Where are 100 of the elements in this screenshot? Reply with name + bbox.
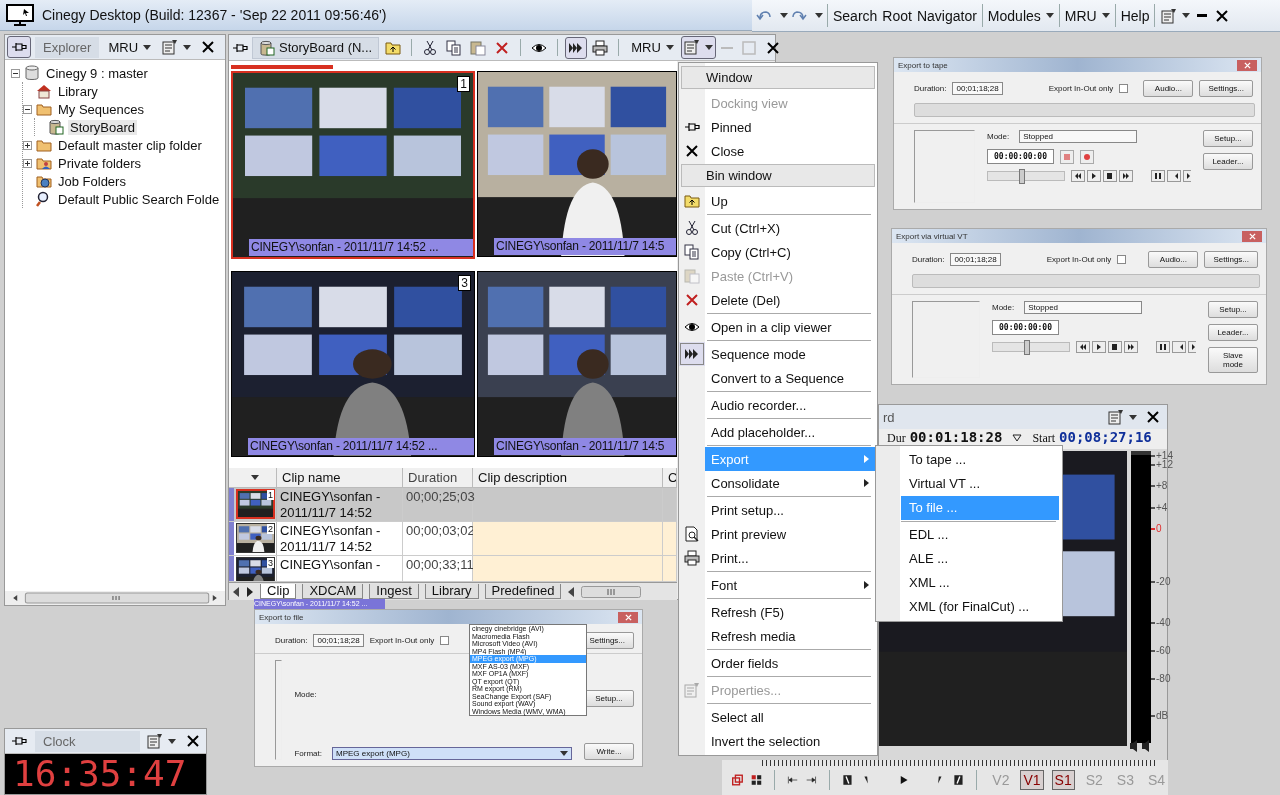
menu-item[interactable]: Pinned <box>705 115 877 139</box>
table-row[interactable]: 2 CINEGY\sonfan - 2011/11/7 14:52 00;00;03;02 <box>229 522 677 556</box>
dialog-button[interactable]: Setup... <box>1208 301 1258 318</box>
toolbar-button[interactable]: MRU <box>1063 3 1111 28</box>
duration-field[interactable]: 00;01;18;28 <box>313 634 364 647</box>
track-toggle[interactable]: S1 <box>1051 770 1075 790</box>
toolbar-button[interactable]: Search <box>832 3 879 28</box>
clip-caption: CINEGY\sonfan - 2011/11/7 14:52 ... <box>249 239 473 256</box>
dialog-button[interactable]: Setup... <box>1203 130 1253 147</box>
track-toggle[interactable]: V1 <box>1020 770 1044 790</box>
tab[interactable]: Ingest <box>369 584 419 599</box>
timecode-field[interactable]: 00:00:00:00 <box>992 320 1059 335</box>
panel-tab[interactable]: Clock <box>35 730 140 752</box>
menu-item[interactable]: Invert the selection <box>705 729 877 753</box>
dialog-button[interactable]: Leader... <box>1203 153 1253 170</box>
table-row[interactable]: 1 CINEGY\sonfan - 2011/11/7 14:52 00;00;25;03 <box>229 488 677 522</box>
duration-field[interactable]: 00;01;18;28 <box>950 253 1001 266</box>
dialog-title: Export to tape <box>898 60 948 70</box>
meter-scale-label: -40 <box>1156 618 1171 628</box>
menu-item[interactable]: To tape ... <box>901 448 1059 472</box>
menu-item[interactable]: Cut (Ctrl+X) <box>705 216 877 240</box>
mru-dropdown[interactable]: MRU <box>627 37 678 58</box>
menu-item[interactable]: XML (for FinalCut) ... <box>901 595 1059 619</box>
tree-item[interactable]: My Sequences <box>56 101 146 117</box>
timecode-field[interactable]: 00:00:00:00 <box>987 149 1054 164</box>
meter-scale-label: -20 <box>1156 577 1171 587</box>
tree-item[interactable]: Default Public Search Folde <box>56 191 222 207</box>
mru-dropdown[interactable]: MRU <box>104 37 156 57</box>
menu-item[interactable]: XML ... <box>901 571 1059 595</box>
column-header[interactable]: Duration <box>403 468 473 487</box>
field-label: Format: <box>294 749 322 758</box>
tree-item[interactable]: StoryBoard <box>68 119 138 135</box>
toolbar-button[interactable]: Help <box>1119 3 1151 28</box>
menu-item[interactable]: Font <box>705 573 877 597</box>
tree-item[interactable]: Cinegy 9 : master <box>44 65 150 81</box>
start-label: Start <box>1032 431 1056 446</box>
tab[interactable]: Library <box>424 584 479 599</box>
dialog-button[interactable]: Setup... <box>584 690 634 707</box>
start-timecode: 00;08;27;16 <box>1059 429 1152 445</box>
menu-item[interactable]: Virtual VT ... <box>901 472 1059 496</box>
dialog-button[interactable]: Leader... <box>1208 324 1258 341</box>
menu-item[interactable]: Audio recorder... <box>705 393 877 417</box>
menu-section-header: Bin window <box>681 164 875 187</box>
tree-item[interactable]: Library <box>56 83 100 99</box>
menu-item[interactable]: Open in a clip viewer <box>705 315 877 339</box>
column-header[interactable]: Clip description <box>473 468 663 487</box>
dialog-button[interactable]: Settings... <box>1199 80 1253 97</box>
clip-thumbnail[interactable]: CINEGY\sonfan - 2011/11/7 14:5 <box>477 271 677 457</box>
menu-item[interactable]: EDL ... <box>901 523 1059 547</box>
table-cell: 00;00;25;03 <box>403 488 473 521</box>
clip-number: 3 <box>458 275 471 291</box>
clip-thumbnail[interactable]: 3 CINEGY\sonfan - 2011/11/7 14:52 ... <box>231 271 475 457</box>
menu-item[interactable]: Refresh (F5) <box>705 600 877 624</box>
menu-item[interactable]: Print setup... <box>705 498 877 522</box>
dialog-button[interactable]: Slave mode <box>1208 347 1258 373</box>
toolbar-button[interactable]: Modules <box>986 3 1055 28</box>
tab[interactable]: Clip <box>260 584 297 599</box>
clip-number: 1 <box>267 490 274 500</box>
menu-item[interactable]: Order fields <box>705 651 877 675</box>
tab[interactable]: Predefined <box>484 584 562 599</box>
menu-item[interactable]: Copy (Ctrl+C) <box>705 240 877 264</box>
menu-item[interactable]: Select all <box>705 705 877 729</box>
clip-caption: CINEGY\sonfan - 2011/11/7 14:5 <box>494 238 676 255</box>
meter-scale-label: dB <box>1156 711 1169 721</box>
menu-item[interactable]: Consolidate <box>705 471 877 495</box>
toolbar-button[interactable]: Root <box>881 3 913 28</box>
toolbar-button[interactable]: Navigator <box>915 3 978 28</box>
panel-tab[interactable]: Explorer <box>35 36 100 58</box>
duration-field[interactable]: 00;01;18;28 <box>952 82 1003 95</box>
tree-item[interactable]: Private folders <box>56 155 144 171</box>
table-cell: CINEGY\sonfan - 2011/11/7 14:52 <box>277 488 403 521</box>
column-header[interactable]: Clip name <box>277 468 403 487</box>
menu-item[interactable]: Print... <box>705 546 877 570</box>
tree-item[interactable]: Job Folders <box>56 173 128 189</box>
tree-item[interactable]: Default master clip folder <box>56 137 204 153</box>
dialog-button[interactable]: Settings... <box>1204 251 1258 268</box>
menu-item[interactable]: Sequence mode <box>705 342 877 366</box>
clip-number: 2 <box>267 524 274 534</box>
table-row[interactable]: 3 CINEGY\sonfan - 00;00;33;11 <box>229 556 677 582</box>
menu-item[interactable]: Close <box>705 139 877 163</box>
format-dropdown[interactable]: MPEG export (MPG) <box>332 747 572 760</box>
dialog-button[interactable]: Write... <box>584 743 634 760</box>
dialog-button[interactable]: Audio... <box>1148 251 1199 268</box>
dialog-button[interactable]: Audio... <box>1143 80 1194 97</box>
menu-item[interactable]: Print preview <box>705 522 877 546</box>
menu-item[interactable]: Delete (Del) <box>705 288 877 312</box>
menu-item[interactable]: Add placeholder... <box>705 420 877 444</box>
menu-item[interactable]: ALE ... <box>901 547 1059 571</box>
menu-item[interactable]: Refresh media <box>705 624 877 648</box>
clip-thumbnail[interactable]: CINEGY\sonfan - 2011/11/7 14:5 <box>477 71 677 257</box>
tab[interactable]: XDCAM <box>302 584 364 599</box>
menu-item[interactable]: Convert to a Sequence <box>705 366 877 390</box>
field-label: Duration: <box>912 255 945 264</box>
field-label: Duration: <box>914 84 947 93</box>
mode-field: Stopped <box>1024 301 1143 314</box>
clip-caption: CINEGY\sonfan - 2011/11/7 14:5 <box>494 438 676 455</box>
window-tab[interactable]: StoryBoard (N... <box>252 36 380 59</box>
menu-item[interactable]: Up <box>705 189 877 213</box>
clip-thumbnail[interactable]: 1 CINEGY\sonfan - 2011/11/7 14:52 ... <box>231 71 475 259</box>
field-label: Mode: <box>294 690 317 699</box>
